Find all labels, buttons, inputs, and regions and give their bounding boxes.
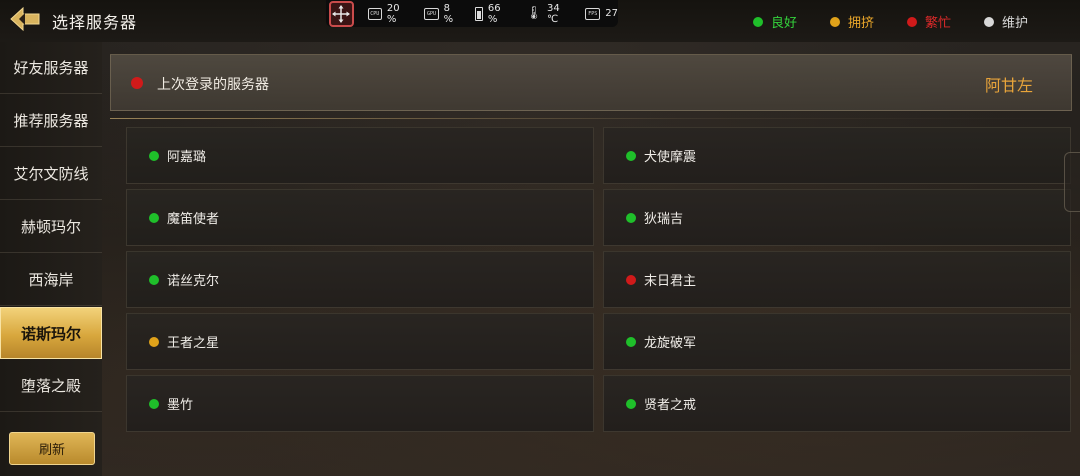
- server-item[interactable]: 狄瑞吉: [603, 189, 1071, 246]
- last-login-server-name: 阿甘左: [984, 76, 1033, 95]
- cpu-icon: CPU: [367, 7, 382, 20]
- server-name: 墨竹: [167, 398, 194, 413]
- sidebar-item-region[interactable]: 艾尔文防线: [0, 148, 102, 200]
- legend-maintenance-label: 维护: [1002, 16, 1029, 31]
- gpu-stat: GPU 8 %: [424, 3, 461, 25]
- battery-stat: 66 %: [475, 3, 511, 25]
- sidebar-item-friends[interactable]: 好友服务器: [0, 42, 102, 94]
- status-crowded-dot-icon: [830, 16, 840, 27]
- legend-maintenance: 维护: [984, 12, 1028, 31]
- status-maintenance-dot-icon: [984, 16, 994, 27]
- region-sidebar: 好友服务器 推荐服务器 艾尔文防线 赫顿玛尔 西海岸 诺斯玛尔 堕落之殿: [0, 42, 102, 476]
- gpu-icon: GPU: [424, 7, 439, 20]
- status-good-dot-icon: [149, 398, 159, 409]
- top-bar: 选择服务器 CPU 20 % GPU 8 % 66 % 🌡 34 ℃ FPS 2…: [0, 0, 1080, 42]
- divider: [110, 118, 1072, 119]
- sidebar-item-region[interactable]: 西海岸: [0, 254, 102, 306]
- status-busy-dot-icon: [131, 77, 143, 89]
- move-crosshair-icon[interactable]: [329, 0, 354, 27]
- fps-value: 27: [605, 8, 618, 19]
- server-name: 末日君主: [644, 274, 697, 289]
- sidebar-item-region-selected[interactable]: 诺斯玛尔: [0, 307, 102, 359]
- status-crowded-dot-icon: [149, 336, 159, 347]
- status-good-dot-icon: [753, 16, 763, 27]
- sidebar-item-region[interactable]: 堕落之殿: [0, 360, 102, 412]
- server-item[interactable]: 末日君主: [603, 251, 1071, 308]
- server-item[interactable]: 龙旋破军: [603, 313, 1071, 370]
- status-good-dot-icon: [626, 398, 636, 409]
- sidebar-item-recommended[interactable]: 推荐服务器: [0, 95, 102, 147]
- thermometer-icon: 🌡: [525, 6, 542, 21]
- status-good-dot-icon: [149, 274, 159, 285]
- server-name: 诺丝克尔: [167, 274, 220, 289]
- server-item[interactable]: 犬使摩震: [603, 127, 1071, 184]
- server-name: 魔笛使者: [167, 212, 220, 227]
- cpu-stat: CPU 20 %: [367, 2, 411, 25]
- legend-good-label: 良好: [771, 16, 798, 31]
- temperature-stat: 🌡 34 ℃: [525, 3, 571, 25]
- legend-busy: 繁忙: [907, 12, 951, 31]
- server-item[interactable]: 诺丝克尔: [126, 251, 594, 308]
- server-name: 犬使摩震: [644, 150, 697, 165]
- temperature-value: 34 ℃: [546, 2, 560, 25]
- status-good-dot-icon: [626, 336, 636, 347]
- back-button[interactable]: [8, 6, 44, 36]
- legend-crowded-label: 拥挤: [848, 16, 875, 31]
- legend-busy-label: 繁忙: [925, 16, 952, 31]
- server-item[interactable]: 贤者之戒: [603, 375, 1071, 432]
- legend-crowded: 拥挤: [830, 12, 874, 31]
- sidebar-item-region[interactable]: 赫顿玛尔: [0, 201, 102, 253]
- server-name: 贤者之戒: [644, 398, 697, 413]
- gpu-value: 8 %: [443, 2, 454, 25]
- last-login-label: 上次登录的服务器: [157, 77, 269, 93]
- fps-icon: FPS: [585, 7, 601, 20]
- status-busy-dot-icon: [907, 16, 917, 27]
- server-item[interactable]: 阿嘉璐: [126, 127, 594, 184]
- status-good-dot-icon: [149, 150, 159, 161]
- server-name: 龙旋破军: [644, 336, 697, 351]
- refresh-button[interactable]: 刷新: [9, 432, 95, 465]
- battery-icon: [475, 6, 483, 21]
- cpu-value: 20 %: [386, 2, 400, 25]
- server-item[interactable]: 魔笛使者: [126, 189, 594, 246]
- legend-good: 良好: [753, 12, 797, 31]
- status-good-dot-icon: [626, 212, 636, 223]
- server-item[interactable]: 王者之星: [126, 313, 594, 370]
- fps-stat: FPS 27: [585, 7, 618, 20]
- status-busy-dot-icon: [626, 274, 636, 285]
- side-panel-handle[interactable]: [1064, 152, 1080, 212]
- server-name: 狄瑞吉: [644, 212, 684, 227]
- status-good-dot-icon: [149, 212, 159, 223]
- last-login-server-row[interactable]: 上次登录的服务器 阿甘左: [110, 54, 1072, 111]
- page-title: 选择服务器: [52, 13, 138, 32]
- server-name: 王者之星: [167, 336, 220, 351]
- performance-overlay: CPU 20 % GPU 8 % 66 % 🌡 34 ℃ FPS 27: [326, 0, 618, 27]
- server-item[interactable]: 墨竹: [126, 375, 594, 432]
- status-good-dot-icon: [626, 150, 636, 161]
- back-arrow-icon: [9, 6, 43, 36]
- server-name: 阿嘉璐: [167, 150, 207, 165]
- battery-value: 66 %: [487, 2, 501, 25]
